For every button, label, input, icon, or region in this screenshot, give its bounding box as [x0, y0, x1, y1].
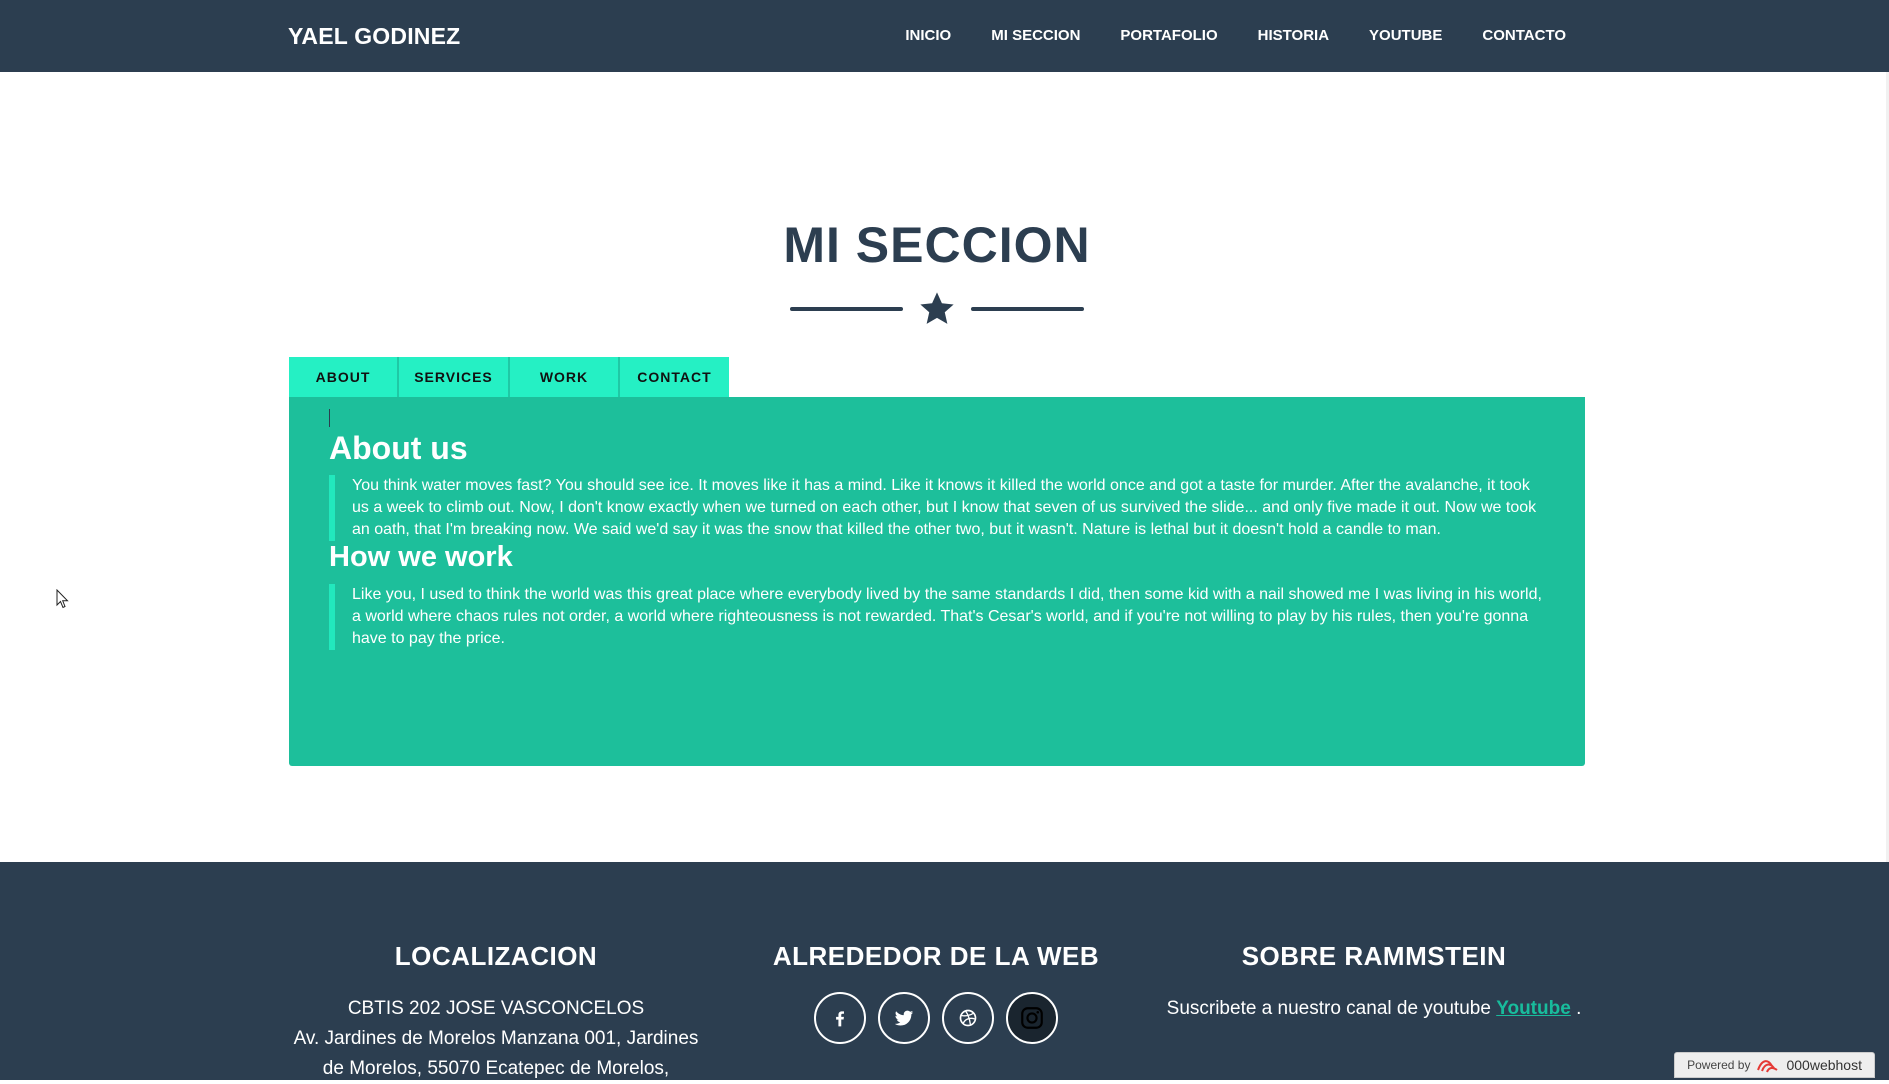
star-divider	[790, 290, 1084, 330]
tab-work[interactable]: WORK	[510, 357, 620, 397]
footer-about: SOBRE RAMMSTEIN Suscribete a nuestro can…	[1160, 940, 1588, 1024]
dribbble-button[interactable]	[942, 992, 994, 1044]
nav-link-contacto[interactable]: CONTACTO	[1482, 26, 1566, 46]
footer-location: LOCALIZACION CBTIS 202 JOSE VASCONCELOS …	[288, 940, 704, 1084]
about-text: You think water moves fast? You should s…	[329, 475, 1549, 541]
powered-by-badge[interactable]: Powered by 000webhost	[1674, 1052, 1875, 1078]
nav-links: INICIO MI SECCION PORTAFOLIO HISTORIA YO…	[865, 26, 1566, 46]
about-rammstein-title: SOBRE RAMMSTEIN	[1241, 941, 1507, 971]
address-line-2: Av. Jardines de Morelos Manzana 001, Jar…	[293, 1028, 699, 1049]
footer: LOCALIZACION CBTIS 202 JOSE VASCONCELOS …	[0, 862, 1889, 1080]
powered-by-brand: 000webhost	[1786, 1057, 1862, 1073]
divider-line-left	[790, 307, 903, 311]
text-caret	[329, 409, 330, 427]
nav-link-youtube[interactable]: YOUTUBE	[1369, 26, 1442, 46]
how-we-work-heading: How we work	[329, 541, 513, 573]
nav-link-inicio[interactable]: INICIO	[905, 26, 951, 46]
about-heading: About us	[329, 430, 468, 466]
location-address: CBTIS 202 JOSE VASCONCELOS Av. Jardines …	[288, 994, 704, 1084]
social-links	[736, 992, 1136, 1044]
youtube-link[interactable]: Youtube	[1496, 998, 1571, 1019]
dribbble-icon	[959, 1009, 977, 1027]
nav-link-mi-seccion[interactable]: MI SECCION	[991, 26, 1080, 46]
divider-line-right	[971, 307, 1084, 311]
web-title: ALREDEDOR DE LA WEB	[772, 941, 1100, 971]
address-line-1: CBTIS 202 JOSE VASCONCELOS	[347, 998, 645, 1019]
mouse-cursor-icon	[56, 589, 69, 609]
subscribe-label: Suscribete a nuestro canal de youtube	[1166, 998, 1491, 1019]
twitter-button[interactable]	[878, 992, 930, 1044]
star-icon	[920, 292, 954, 324]
subscribe-text: Suscribete a nuestro canal de youtube Yo…	[1160, 994, 1588, 1024]
instagram-button[interactable]	[1006, 992, 1058, 1044]
footer-web: ALREDEDOR DE LA WEB	[736, 940, 1136, 1044]
nav-link-historia[interactable]: HISTORIA	[1258, 26, 1329, 46]
instagram-icon	[1021, 1007, 1043, 1029]
powered-by-label: Powered by	[1687, 1058, 1751, 1072]
location-title: LOCALIZACION	[394, 941, 598, 971]
tab-panel: About us You think water moves fast? You…	[289, 397, 1585, 766]
brand-logo[interactable]: YAEL GODINEZ	[288, 22, 460, 50]
tab-about[interactable]: ABOUT	[289, 357, 399, 405]
tab-contact[interactable]: CONTACT	[620, 357, 729, 397]
subscribe-period: .	[1576, 998, 1582, 1019]
twitter-icon	[894, 1010, 914, 1026]
000webhost-logo-icon	[1757, 1060, 1779, 1073]
facebook-icon	[836, 1011, 844, 1027]
navbar: YAEL GODINEZ INICIO MI SECCION PORTAFOLI…	[0, 0, 1889, 72]
facebook-button[interactable]	[814, 992, 866, 1044]
how-we-work-text: Like you, I used to think the world was …	[329, 584, 1549, 650]
tab-services[interactable]: SERVICES	[399, 357, 510, 397]
nav-link-portafolio[interactable]: PORTAFOLIO	[1120, 26, 1217, 46]
section-title: MI SECCION	[783, 217, 1091, 273]
